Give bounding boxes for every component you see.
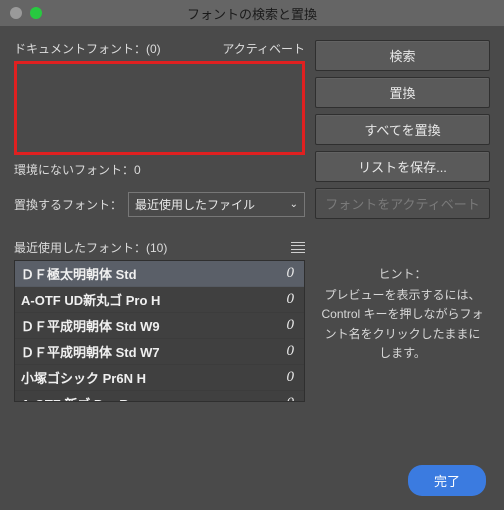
hint-title: ヒント： — [319, 265, 486, 284]
replace-font-select[interactable]: 最近使用したファイル ⌄ — [128, 192, 305, 217]
window-controls — [0, 7, 42, 19]
list-item[interactable]: 小塚ゴシック Pr6N H 0 — [15, 365, 304, 391]
close-icon[interactable] — [10, 7, 22, 19]
done-button[interactable]: 完了 — [408, 465, 486, 496]
activate-label: アクティベート — [222, 40, 305, 57]
list-item[interactable]: ＤＦ平成明朝体 Std W9 0 — [15, 313, 304, 339]
hint-body: プレビューを表示するには、Control キーを押しながらフォント名をクリックし… — [319, 286, 486, 363]
hint-text: ヒント： プレビューを表示するには、Control キーを押しながらフォント名を… — [315, 265, 490, 363]
chevron-down-icon: ⌄ — [290, 199, 298, 210]
list-item[interactable]: ＤＦ極太明朝体 Std 0 — [15, 261, 304, 287]
missing-fonts-label: 環境にないフォント：0 — [14, 161, 305, 178]
recent-font-list[interactable]: ＤＦ極太明朝体 Std 0 A-OTF UD新丸ゴ Pro H 0 ＤＦ平成明朝… — [14, 260, 305, 402]
replace-font-label: 置換するフォント： — [14, 196, 122, 213]
document-font-label: ドキュメントフォント：(0) — [14, 40, 222, 57]
list-view-icon[interactable] — [291, 242, 305, 254]
replace-button[interactable]: 置換 — [315, 77, 490, 108]
list-item[interactable]: A-OTF 新ゴ Pro R 0 — [15, 391, 304, 402]
activate-font-button: フォントをアクティベート — [315, 188, 490, 219]
list-item[interactable]: ＤＦ平成明朝体 Std W7 0 — [15, 339, 304, 365]
save-list-button[interactable]: リストを保存... — [315, 151, 490, 182]
replace-all-button[interactable]: すべてを置換 — [315, 114, 490, 145]
replace-font-value: 最近使用したファイル — [135, 196, 255, 213]
find-button[interactable]: 検索 — [315, 40, 490, 71]
recent-fonts-label: 最近使用したフォント：(10) — [14, 239, 167, 256]
zoom-icon[interactable] — [30, 7, 42, 19]
document-font-list[interactable] — [14, 61, 305, 155]
window-title: フォントの検索と置換 — [0, 4, 504, 23]
list-item[interactable]: A-OTF UD新丸ゴ Pro H 0 — [15, 287, 304, 313]
titlebar: フォントの検索と置換 — [0, 0, 504, 26]
